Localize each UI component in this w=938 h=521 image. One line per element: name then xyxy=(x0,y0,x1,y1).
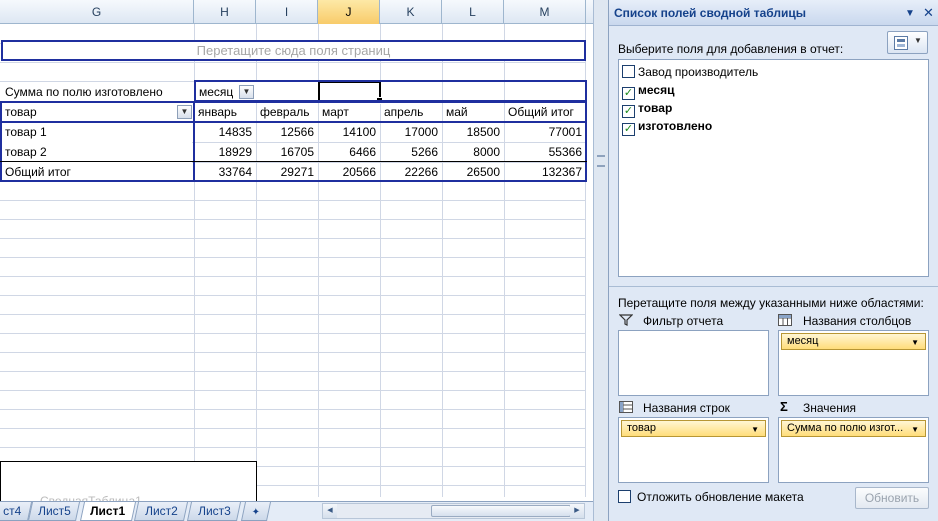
row-item-label[interactable]: товар 2 xyxy=(2,142,192,162)
chevron-down-icon[interactable]: ▼ xyxy=(911,335,919,349)
pane-divider[interactable] xyxy=(609,286,938,287)
value-cell[interactable]: 6466 xyxy=(319,142,379,162)
column-item[interactable]: апрель xyxy=(381,102,441,122)
value-cell[interactable]: 17000 xyxy=(381,122,441,142)
chevron-down-icon[interactable]: ▼ xyxy=(911,422,919,436)
grand-total-cell[interactable]: 29271 xyxy=(257,162,317,182)
checkbox[interactable] xyxy=(622,65,635,78)
pane-splitter[interactable] xyxy=(593,0,608,521)
layout-icon xyxy=(894,36,908,50)
sum-icon: Σ xyxy=(780,399,788,414)
grand-total-cell[interactable]: 132367 xyxy=(505,162,585,182)
field-item[interactable]: ✓ месяц xyxy=(622,81,674,100)
pane-menu-icon[interactable]: ▼ xyxy=(905,8,915,19)
worksheet[interactable]: G H I J K L M Перетащите сюда поля стран… xyxy=(0,0,593,521)
values-zone-label: Значения xyxy=(803,401,857,415)
value-cell[interactable]: 8000 xyxy=(443,142,503,162)
values-drop-zone[interactable]: Сумма по полю изгот... ▼ xyxy=(778,417,929,483)
choose-fields-label: Выберите поля для добавления в отчет: xyxy=(618,42,844,56)
update-button[interactable]: Обновить xyxy=(855,487,929,509)
pane-title: Список полей сводной таблицы xyxy=(609,0,938,26)
value-cell[interactable]: 12566 xyxy=(257,122,317,142)
field-list: Завод производитель ✓ месяц ✓ товар ✓ изгот… xyxy=(618,59,929,277)
rows-icon xyxy=(619,401,633,413)
field-item[interactable]: Завод производитель xyxy=(622,63,758,81)
grand-total-cell[interactable]: 20566 xyxy=(319,162,379,182)
column-header-bar: G H I J K L M xyxy=(0,0,593,24)
active-cell[interactable] xyxy=(318,81,383,104)
column-item[interactable]: февраль xyxy=(257,102,317,122)
column-field-dropdown-icon[interactable]: ▼ xyxy=(239,85,254,99)
column-header-g[interactable]: G xyxy=(0,0,194,24)
horizontal-scrollbar[interactable]: ◀ ▶ xyxy=(322,503,585,519)
checkbox-checked[interactable]: ✓ xyxy=(622,123,635,136)
defer-update-option[interactable]: Отложить обновление макета xyxy=(618,490,804,504)
grand-total-cell[interactable]: 22266 xyxy=(381,162,441,182)
columns-icon xyxy=(778,314,792,326)
rows-drop-zone[interactable]: товар ▼ xyxy=(618,417,769,483)
column-field-label: месяц xyxy=(199,85,234,99)
field-item[interactable]: ✓ изготовлено xyxy=(622,117,712,136)
insert-sheet-icon: ✦ xyxy=(251,507,260,518)
data-field-label[interactable]: Сумма по полю изготовлено xyxy=(2,82,192,102)
grand-total-cell[interactable]: 33764 xyxy=(195,162,255,182)
column-item[interactable]: март xyxy=(319,102,379,122)
field-chip[interactable]: товар ▼ xyxy=(621,420,766,437)
insert-sheet-tab[interactable]: ✦ xyxy=(240,502,272,521)
pivot-field-list-pane: Список полей сводной таблицы ▼ ✕ Выберит… xyxy=(608,0,938,521)
column-header-j[interactable]: J xyxy=(318,0,380,24)
grand-total-cell[interactable]: 26500 xyxy=(443,162,503,182)
field-item[interactable]: ✓ товар xyxy=(622,99,672,118)
columns-drop-zone[interactable]: месяц ▼ xyxy=(778,330,929,396)
row-item-label[interactable]: товар 1 xyxy=(2,122,192,142)
column-header-h[interactable]: H xyxy=(194,0,256,24)
rows-zone-label: Названия строк xyxy=(643,401,730,415)
sheet-tab[interactable]: Лист5 xyxy=(27,502,81,521)
filter-drop-zone[interactable] xyxy=(618,330,769,396)
row-field-dropdown-icon[interactable]: ▼ xyxy=(177,105,192,119)
grand-total-header[interactable]: Общий итог xyxy=(505,102,585,122)
columns-zone-label: Названия столбцов xyxy=(803,314,912,328)
scroll-right-icon[interactable]: ▶ xyxy=(570,504,584,518)
row-total-cell[interactable]: 55366 xyxy=(505,142,585,162)
row-field-label: товар xyxy=(5,105,37,119)
column-header-l[interactable]: L xyxy=(442,0,504,24)
field-list-layout-button[interactable]: ▼ xyxy=(887,31,928,54)
column-header-m[interactable]: M xyxy=(504,0,586,24)
column-header-i[interactable]: I xyxy=(256,0,318,24)
sheet-tab-active[interactable]: Лист1 xyxy=(79,502,137,521)
value-cell[interactable]: 5266 xyxy=(381,142,441,162)
filter-icon xyxy=(619,314,633,326)
sheet-tab[interactable]: Лист2 xyxy=(133,502,189,521)
field-chip[interactable]: Сумма по полю изгот... ▼ xyxy=(781,420,926,437)
defer-update-checkbox[interactable] xyxy=(618,490,631,503)
row-total-cell[interactable]: 77001 xyxy=(505,122,585,142)
scroll-thumb[interactable] xyxy=(431,505,571,517)
page-field-drop-area[interactable]: Перетащите сюда поля страниц xyxy=(1,40,586,61)
drag-fields-label: Перетащите поля между указанными ниже об… xyxy=(618,296,924,310)
grand-total-row-label[interactable]: Общий итог xyxy=(2,162,192,182)
column-item[interactable]: январь xyxy=(195,102,255,122)
row-field-button[interactable]: товар xyxy=(2,102,192,122)
field-chip[interactable]: месяц ▼ xyxy=(781,333,926,350)
chevron-down-icon[interactable]: ▼ xyxy=(751,422,759,436)
filter-zone-label: Фильтр отчета xyxy=(643,314,724,328)
value-cell[interactable]: 14835 xyxy=(195,122,255,142)
close-icon[interactable]: ✕ xyxy=(923,5,934,21)
sheet-tab[interactable]: Лист3 xyxy=(186,502,242,521)
value-cell[interactable]: 16705 xyxy=(257,142,317,162)
value-cell[interactable]: 14100 xyxy=(319,122,379,142)
chevron-down-icon: ▼ xyxy=(914,36,922,45)
splitter-grip-icon xyxy=(597,155,605,167)
value-cell[interactable]: 18500 xyxy=(443,122,503,142)
sheet-tab[interactable]: ст4 xyxy=(0,502,33,521)
column-field-button[interactable]: месяц xyxy=(196,82,316,102)
scroll-left-icon[interactable]: ◀ xyxy=(323,504,337,518)
column-item[interactable]: май xyxy=(443,102,503,122)
column-header-k[interactable]: K xyxy=(380,0,442,24)
value-cell[interactable]: 18929 xyxy=(195,142,255,162)
